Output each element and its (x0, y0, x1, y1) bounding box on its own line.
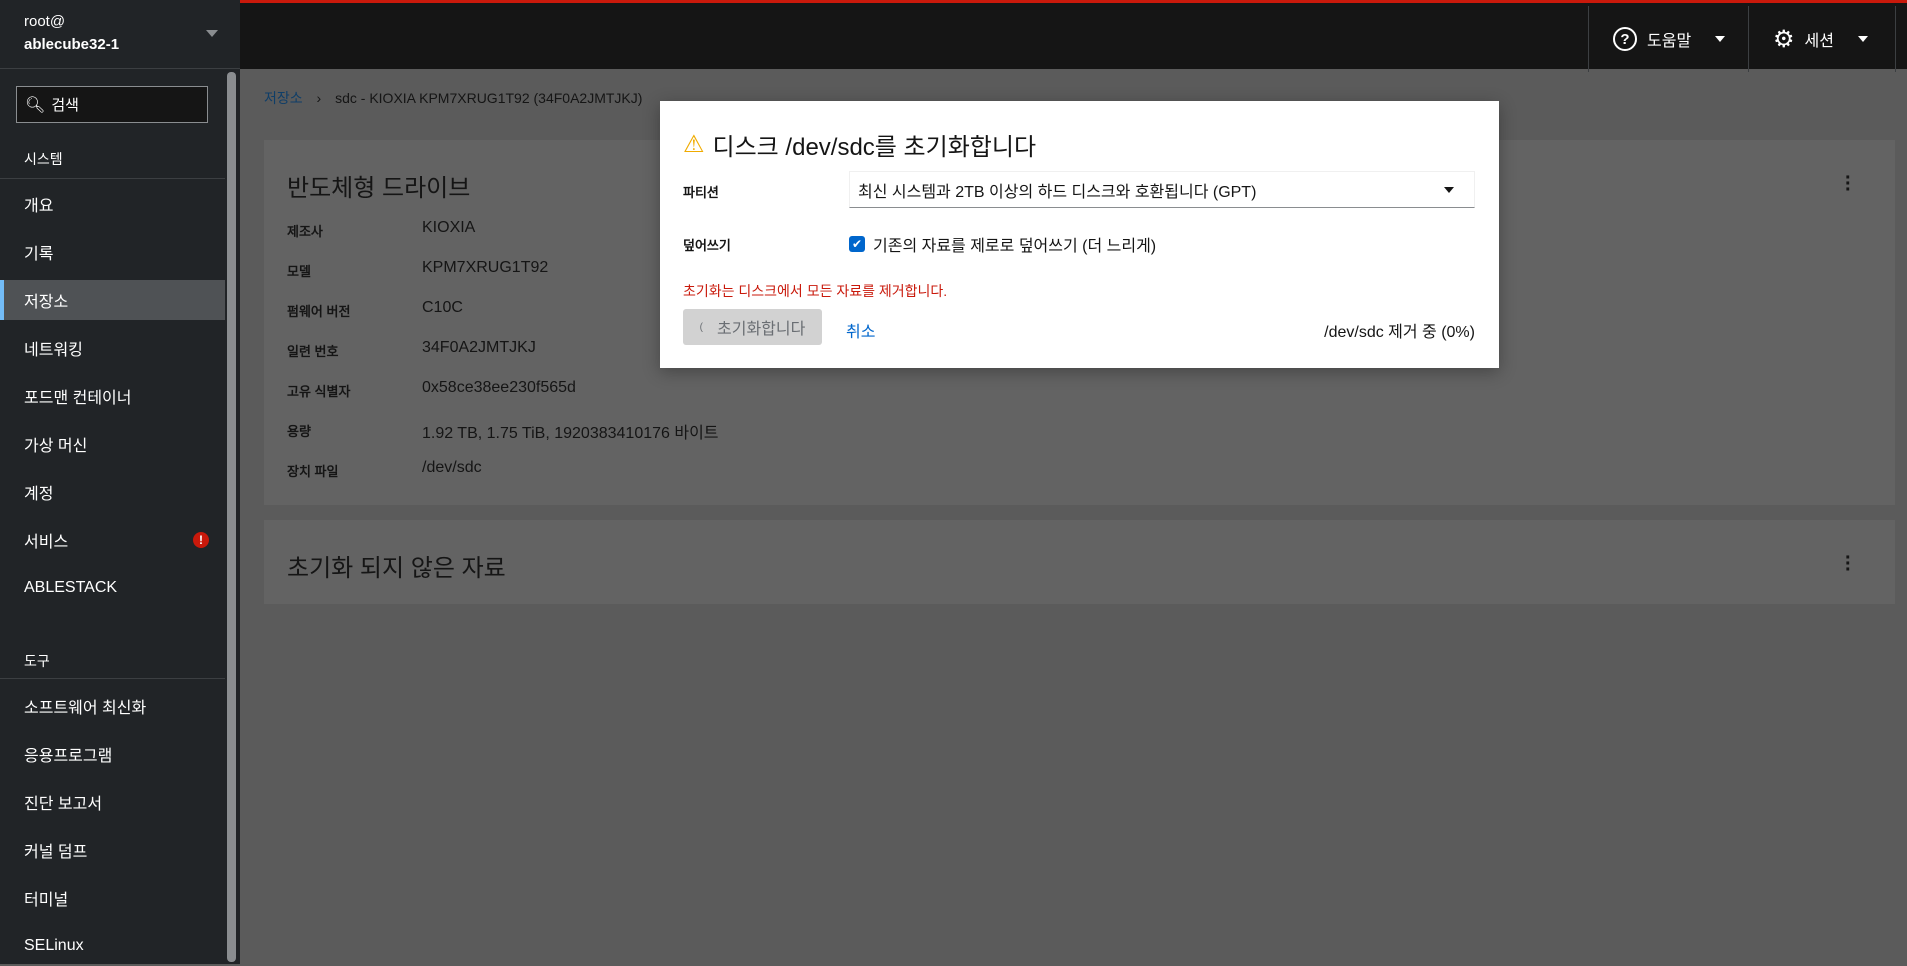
cancel-button[interactable]: 취소 (846, 318, 875, 342)
overwrite-checkbox-label[interactable]: 기존의 자료를 제로로 덮어쓰기 (더 느리게) (873, 232, 1156, 256)
sidebar-item-label: 소프트웨어 최신화 (24, 700, 147, 717)
property-key: 장치 파일 (287, 464, 339, 479)
chevron-right-icon: › (316, 90, 322, 106)
breadcrumb: 저장소 › sdc - KIOXIA KPM7XRUG1T92 (34F0A2J… (264, 88, 642, 108)
warning-text: 초기화는 디스크에서 모든 자료를 제거합니다. (683, 283, 948, 299)
breadcrumb-storage-link[interactable]: 저장소 (264, 90, 303, 106)
property-value: /dev/sdc (422, 459, 482, 476)
spinner-icon: ( (699, 321, 703, 333)
kebab-menu-icon[interactable]: · · · (1845, 548, 1852, 580)
partition-value: 최신 시스템과 2TB 이상의 하드 디스크와 호환됩니다 (GPT) (858, 183, 1257, 201)
breadcrumb-current: sdc - KIOXIA KPM7XRUG1T92 (34F0A2JMTJKJ) (335, 90, 643, 106)
initialize-button-label: 초기화합니다 (717, 321, 806, 338)
partition-select[interactable]: 최신 시스템과 2TB 이상의 하드 디스크와 호환됩니다 (GPT) (849, 171, 1475, 208)
drive-property-row: 장치 파일/dev/sdc (287, 459, 482, 480)
sidebar-item-label: SELinux (24, 937, 84, 954)
sidebar-item[interactable]: SELinux (0, 926, 225, 966)
property-key: 용량 (287, 424, 311, 439)
help-menu-button[interactable]: ? 도움말 (1588, 6, 1748, 72)
property-key: 제조사 (287, 224, 323, 239)
divider (0, 178, 225, 179)
sidebar-item[interactable]: 개요 (0, 184, 225, 224)
partition-label: 파티션 (683, 185, 719, 200)
sidebar-item-label: 응용프로그램 (24, 748, 113, 765)
sidebar-item-label: 터미널 (24, 892, 69, 909)
drive-property-row: 용량 1.92 TB, 1.75 TiB, 1920383410176 바이트 (287, 419, 719, 443)
caret-down-icon (1444, 186, 1454, 193)
error-badge-icon: ! (193, 532, 209, 548)
nav-section-system: 시스템 (24, 151, 63, 167)
search-input[interactable]: 🔍︎ 검색 (16, 86, 208, 123)
sidebar-item[interactable]: 기록 (0, 232, 225, 272)
sidebar-item[interactable]: 진단 보고서 (0, 782, 225, 822)
sidebar-item-label: 가상 머신 (24, 438, 88, 455)
sidebar-item-label: 진단 보고서 (24, 796, 103, 813)
sidebar-item-label: 네트워킹 (24, 342, 83, 359)
session-menu-button[interactable]: ⚙ 세션 (1748, 6, 1896, 72)
search-icon: 🔍︎ (25, 96, 46, 114)
property-value: C10C (422, 299, 463, 316)
initialize-button[interactable]: ( 초기화합니다 (683, 309, 822, 345)
sidebar-item[interactable]: 가상 머신 (0, 424, 225, 464)
help-icon: ? (1613, 27, 1637, 51)
property-key: 펌웨어 버전 (287, 304, 351, 319)
property-key: 고유 식별자 (287, 384, 351, 399)
kebab-menu-icon[interactable]: · · · (1845, 168, 1852, 200)
sidebar-item-label: 저장소 (24, 294, 69, 311)
sidebar-item[interactable]: 서비스! (0, 520, 225, 560)
sidebar-item[interactable]: 커널 덤프 (0, 830, 225, 870)
sidebar-item[interactable]: 소프트웨어 최신화 (0, 686, 225, 726)
caret-down-icon (206, 30, 218, 37)
drive-property-row: 모델 KPM7XRUG1T92 (287, 259, 548, 280)
sidebar-item-label: 서비스 (24, 534, 69, 551)
property-value: 34F0A2JMTJKJ (422, 339, 536, 356)
sidebar-item-label: ABLESTACK (24, 579, 118, 596)
sidebar-item[interactable]: 터미널 (0, 878, 225, 918)
content-card: 초기화 되지 않은 자료 · · · (264, 520, 1895, 604)
sidebar-item-label: 기록 (24, 246, 54, 263)
property-key: 일련 번호 (287, 344, 339, 359)
sidebar-item-label: 커널 덤프 (24, 844, 88, 861)
property-key: 모델 (287, 264, 311, 279)
sidebar-item-label: 계정 (24, 486, 54, 503)
property-value: KIOXIA (422, 219, 476, 236)
masthead: ? 도움말 ⚙ 세션 (0, 0, 1907, 72)
sidebar-scrollbar[interactable] (227, 72, 236, 962)
property-value: 0x58ce38ee230f565d (422, 379, 576, 396)
sidebar-item[interactable]: ABLESTACK (0, 568, 225, 608)
warning-icon: ⚠ (683, 131, 705, 158)
help-label: 도움말 (1647, 33, 1692, 50)
dialog-title: 디스크 /dev/sdc를 초기화합니다 (712, 134, 1037, 161)
overwrite-label: 덮어쓰기 (683, 238, 731, 253)
drive-property-row: 일련 번호 34F0A2JMTJKJ (287, 339, 536, 360)
overwrite-checkbox[interactable]: ✔ (849, 236, 865, 252)
host-name: ablecube32-1 (24, 36, 120, 53)
drive-card-title: 반도체형 드라이브 (287, 175, 471, 202)
gear-icon: ⚙ (1773, 25, 1795, 53)
sidebar-item[interactable]: 네트워킹 (0, 328, 225, 368)
drive-property-row: 고유 식별자 0x58ce38ee230f565d (287, 379, 576, 400)
divider (0, 678, 225, 679)
progress-status: /dev/sdc 제거 중 (0%) (1324, 324, 1475, 341)
property-value: KPM7XRUG1T92 (422, 259, 549, 276)
sidebar-item-label: 포드맨 컨테이너 (24, 390, 132, 407)
chevron-down-icon (1715, 36, 1726, 42)
format-disk-dialog: ⚠ 디스크 /dev/sdc를 초기화합니다 파티션 최신 시스템과 2TB 이… (660, 101, 1499, 368)
sidebar-item[interactable]: 계정 (0, 472, 225, 512)
property-value: 1.92 TB, 1.75 TiB, 1920383410176 바이트 (422, 425, 719, 442)
sidebar-item[interactable]: 저장소 (0, 280, 225, 320)
drive-property-row: 펌웨어 버전 C10C (287, 299, 463, 320)
chevron-down-icon (1857, 36, 1868, 42)
sidebar-item[interactable]: 응용프로그램 (0, 734, 225, 774)
host-switcher[interactable]: root@ ablecube32-1 (0, 0, 240, 69)
host-user: root@ (24, 13, 66, 30)
sidebar-item[interactable]: 포드맨 컨테이너 (0, 376, 225, 416)
sidebar: root@ ablecube32-1 🔍︎ 검색 시스템 개요기록저장소네트워킹… (0, 0, 240, 964)
session-label: 세션 (1804, 33, 1834, 50)
content-card-title: 초기화 되지 않은 자료 (287, 555, 506, 582)
search-placeholder: 검색 (51, 97, 79, 114)
nav-section-tools: 도구 (24, 653, 50, 669)
sidebar-item-label: 개요 (24, 198, 54, 215)
drive-property-row: 제조사 KIOXIA (287, 219, 475, 240)
